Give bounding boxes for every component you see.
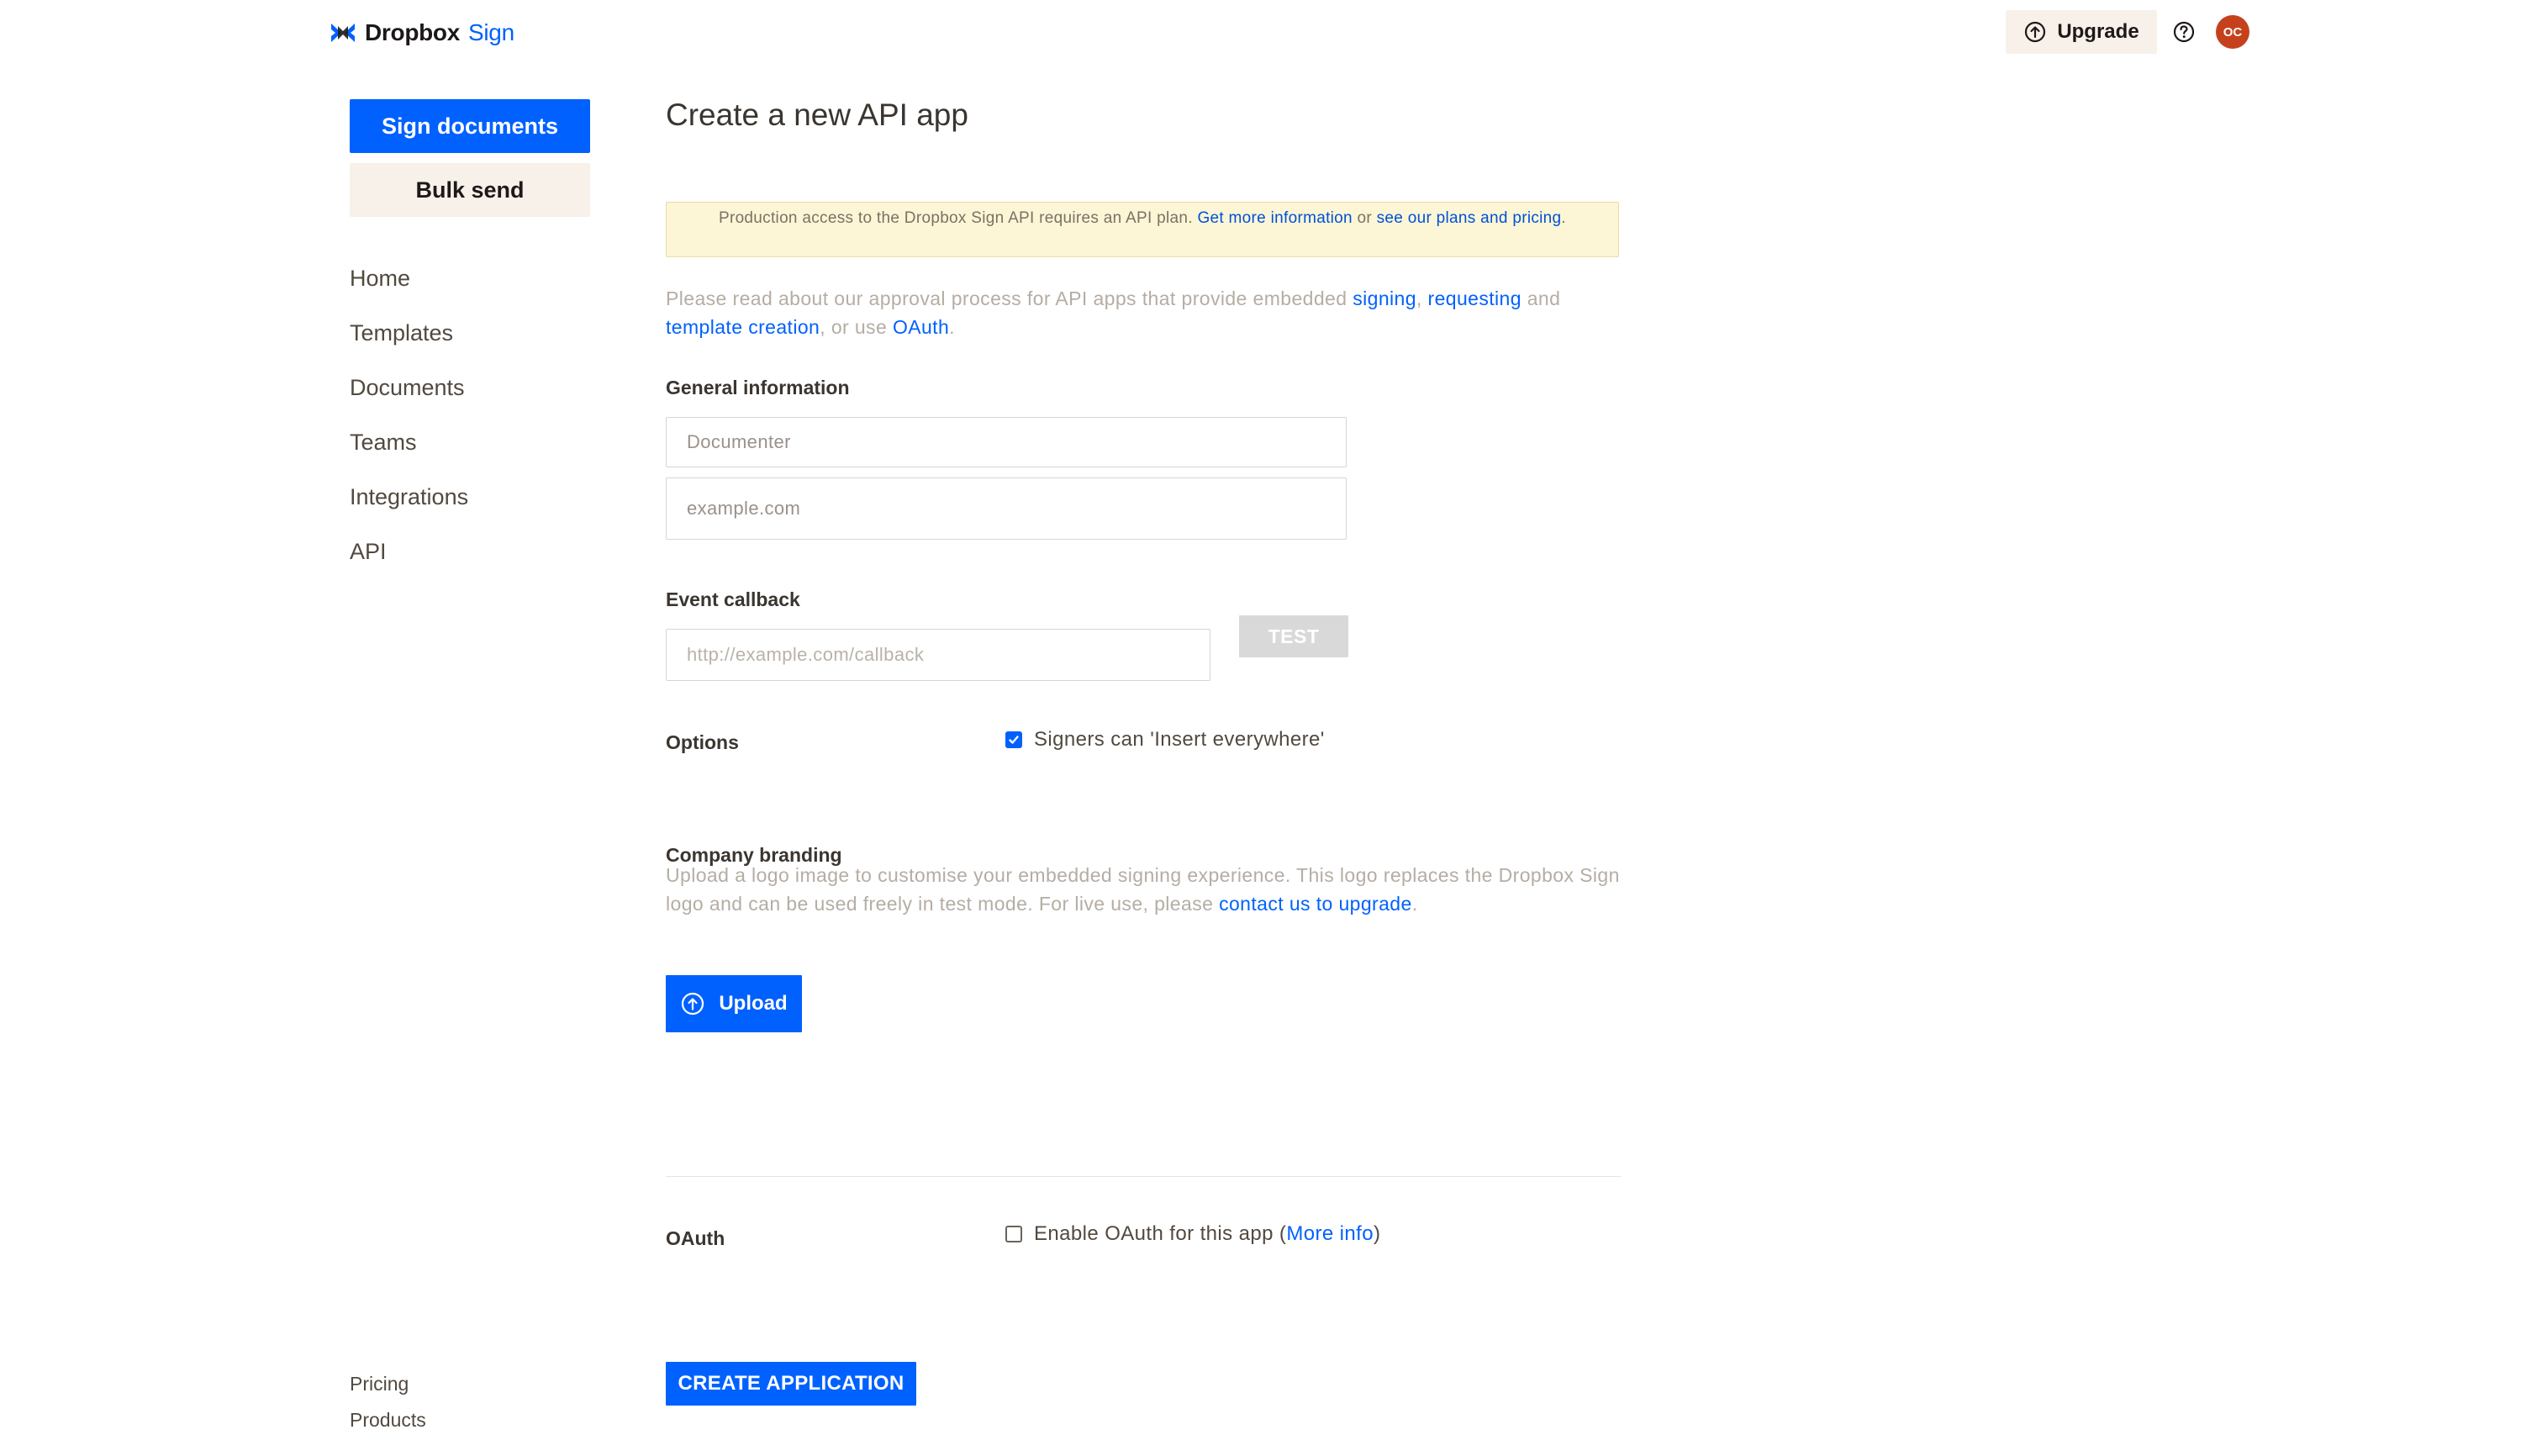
- api-plan-notice: Production access to the Dropbox Sign AP…: [666, 202, 1619, 257]
- section-divider: [666, 1176, 1621, 1177]
- sidebar-item-api[interactable]: API: [350, 535, 387, 568]
- upload-label: Upload: [719, 992, 788, 1015]
- approval-intro: Please read about our approval process f…: [666, 284, 1632, 341]
- oauth-close-paren: ): [1373, 1222, 1381, 1245]
- intro-text: Please read about our approval process f…: [666, 288, 1347, 309]
- sidebar-item-teams[interactable]: Teams: [350, 425, 417, 459]
- notice-period: .: [1561, 209, 1567, 227]
- app-domain-input[interactable]: [666, 477, 1347, 540]
- app-name-input[interactable]: [666, 417, 1347, 467]
- insert-everywhere-label: Signers can 'Insert everywhere': [1034, 728, 1325, 751]
- arrow-up-circle-icon: [2025, 21, 2046, 43]
- sidebar-item-home[interactable]: Home: [350, 261, 410, 295]
- footer-link-products[interactable]: Products: [350, 1406, 426, 1433]
- page-title: Create a new API app: [666, 98, 968, 132]
- enable-oauth-label: Enable OAuth for this app (More info): [1034, 1222, 1380, 1246]
- general-information-label: General information: [666, 377, 850, 398]
- insert-everywhere-checkbox[interactable]: [1005, 731, 1022, 748]
- help-question-icon[interactable]: [2170, 18, 2197, 45]
- oauth-link[interactable]: OAuth: [893, 316, 949, 338]
- avatar[interactable]: OC: [2216, 15, 2249, 49]
- sidebar: Sign documents Bulk send Home Templates …: [0, 0, 622, 1456]
- enable-oauth-text: Enable OAuth for this app (: [1034, 1222, 1287, 1245]
- oauth-label: OAuth: [666, 1227, 725, 1249]
- oauth-more-info-link[interactable]: More info: [1286, 1222, 1374, 1245]
- contact-upgrade-link[interactable]: contact us to upgrade: [1219, 893, 1412, 915]
- upload-logo-button[interactable]: Upload: [666, 975, 802, 1032]
- sidebar-item-integrations[interactable]: Integrations: [350, 480, 468, 514]
- create-application-button[interactable]: CREATE APPLICATION: [666, 1362, 916, 1406]
- branding-period: .: [1411, 893, 1418, 915]
- plans-pricing-link[interactable]: see our plans and pricing: [1377, 209, 1562, 227]
- event-callback-input[interactable]: [666, 629, 1210, 681]
- intro-period: .: [949, 316, 955, 338]
- notice-text: Production access to the Dropbox Sign AP…: [718, 209, 1193, 227]
- signing-link[interactable]: signing: [1353, 288, 1416, 309]
- notice-or: or: [1357, 209, 1373, 227]
- requesting-link[interactable]: requesting: [1428, 288, 1522, 309]
- test-callback-button[interactable]: TEST: [1239, 615, 1348, 657]
- event-callback-label: Event callback: [666, 588, 800, 610]
- branding-description: Upload a logo image to customise your em…: [666, 861, 1632, 918]
- footer-link-pricing[interactable]: Pricing: [350, 1370, 409, 1397]
- intro-and: and: [1527, 288, 1561, 309]
- arrow-up-circle-icon: [682, 992, 704, 1016]
- options-label: Options: [666, 731, 739, 753]
- sidebar-item-templates[interactable]: Templates: [350, 316, 453, 350]
- sidebar-item-documents[interactable]: Documents: [350, 371, 465, 404]
- upgrade-button[interactable]: Upgrade: [2006, 10, 2157, 54]
- get-more-information-link[interactable]: Get more information: [1197, 209, 1352, 227]
- upgrade-label: Upgrade: [2057, 20, 2139, 43]
- intro-comma: ,: [1416, 288, 1422, 309]
- checkmark-icon: [1009, 736, 1019, 744]
- branding-text: Upload a logo image to customise your em…: [666, 864, 1620, 915]
- insert-everywhere-option[interactable]: Signers can 'Insert everywhere': [1005, 728, 1325, 752]
- intro-use: , or use: [820, 316, 888, 338]
- sign-documents-button[interactable]: Sign documents: [350, 99, 590, 153]
- bulk-send-button[interactable]: Bulk send: [350, 163, 590, 217]
- template-creation-link[interactable]: template creation: [666, 316, 820, 338]
- enable-oauth-checkbox[interactable]: [1005, 1226, 1022, 1242]
- enable-oauth-option[interactable]: Enable OAuth for this app (More info): [1005, 1222, 1380, 1246]
